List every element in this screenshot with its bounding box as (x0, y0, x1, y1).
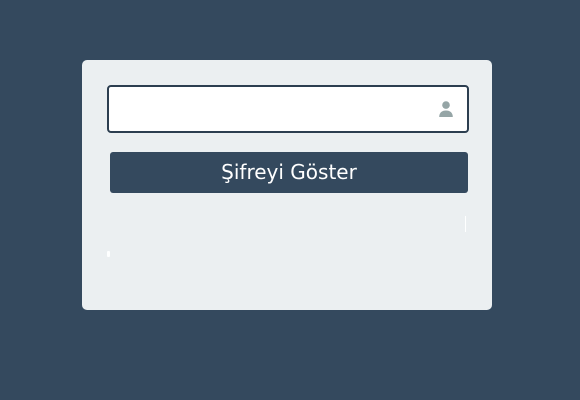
decorative-mark-left (107, 251, 110, 257)
user-icon (439, 101, 453, 117)
app-background: Şifreyi Göster (0, 0, 580, 400)
decorative-mark-right (465, 216, 466, 232)
show-password-button[interactable]: Şifreyi Göster (110, 152, 468, 193)
password-input-wrapper[interactable] (107, 85, 469, 133)
password-card: Şifreyi Göster (82, 60, 492, 310)
password-input[interactable] (109, 87, 467, 131)
